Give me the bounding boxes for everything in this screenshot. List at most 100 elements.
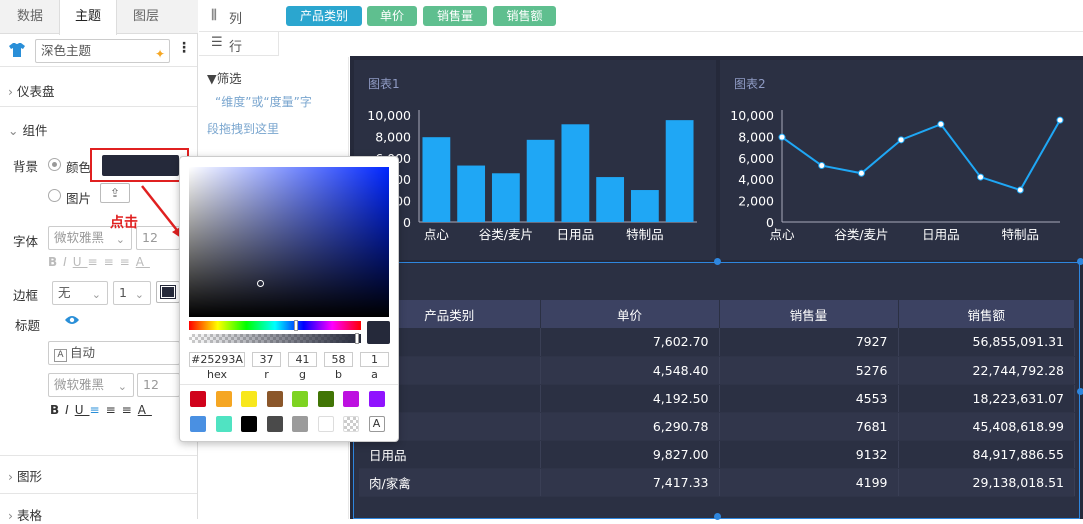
underline-icon[interactable]: U <box>73 255 88 269</box>
bar <box>526 139 555 222</box>
y-tick-label: 4,000 <box>738 172 774 187</box>
pill-price[interactable]: 单价 <box>367 6 417 26</box>
pill-sales[interactable]: 销售额 <box>493 6 556 26</box>
tab-layers[interactable]: 图层 <box>117 0 175 34</box>
title-font-select[interactable]: 微软雅黑 ⌄ <box>48 373 134 397</box>
table-row[interactable]: 6,290.78 7681 45,408,618.99 <box>359 412 1075 441</box>
border-style-select[interactable]: 无 ⌄ <box>52 281 108 305</box>
section-dashboard-label: 仪表盘 <box>16 84 55 99</box>
table-cell: 29,138,018.51 <box>898 468 1075 497</box>
resize-handle[interactable] <box>1077 388 1083 395</box>
resize-handle[interactable] <box>1077 258 1083 265</box>
bold-icon[interactable]: B <box>50 403 65 417</box>
title-size-value: 12 <box>143 377 159 392</box>
data-point <box>1016 186 1024 194</box>
table-cell: 4,548.40 <box>540 356 720 385</box>
filter-hint-1: “维度”或“度量”字 <box>215 95 312 109</box>
table-row[interactable]: 7,602.70 7927 56,855,091.31 <box>359 328 1075 357</box>
color-swatch[interactable] <box>215 391 232 407</box>
section-component[interactable]: ⌄ 组件 <box>8 120 47 139</box>
color-swatch[interactable] <box>368 391 385 407</box>
color-swatch[interactable] <box>266 391 283 407</box>
color-swatch[interactable] <box>317 391 334 407</box>
color-swatch[interactable] <box>317 416 334 432</box>
theme-select[interactable]: 深色主题 ✦ <box>35 39 170 63</box>
border-width-select[interactable]: 1 ⌄ <box>113 281 151 305</box>
section-table[interactable]: › 表格 <box>8 505 42 524</box>
x-tick-label: 特制品 <box>626 227 664 242</box>
italic-icon[interactable]: I <box>65 403 75 417</box>
align-left-icon[interactable]: ≡ <box>88 255 104 269</box>
table-cell: 日用品 <box>359 440 541 469</box>
chart1-card[interactable]: 图表1 10,0008,0006,0004,0002,0000点心谷类/麦片日用… <box>354 60 716 260</box>
color-swatch[interactable] <box>241 416 257 432</box>
color-swatch[interactable] <box>292 391 308 407</box>
color-swatch[interactable] <box>190 416 206 432</box>
align-left-icon[interactable]: ≡ <box>90 403 106 417</box>
table-cell: 6,290.78 <box>540 412 720 441</box>
table-row[interactable]: 麦片4,192.50455318,223,631.07 <box>359 384 1075 413</box>
bar <box>630 190 659 222</box>
title-label: 标题 <box>15 318 41 333</box>
chart2-card[interactable]: 图表2 10,000 8,000 6,000 4,000 2,000 0 点心 谷类/麦片 日用… <box>720 60 1083 260</box>
table-row[interactable]: 肉/家禽 7,417.33 4199 29,138,018.51 <box>359 468 1075 497</box>
background-label: 背景 <box>13 159 39 174</box>
font-color-icon[interactable]: A <box>138 403 152 417</box>
section-dashboard[interactable]: › 仪表盘 <box>8 81 55 100</box>
header-price[interactable]: 单价 <box>540 300 720 328</box>
pill-quantity[interactable]: 销售量 <box>423 6 487 26</box>
bg-image-label: 图片 <box>66 191 92 206</box>
font-color-icon[interactable]: A <box>136 255 150 269</box>
theme-select-value: 深色主题 <box>41 43 92 58</box>
table-row[interactable]: 品4,548.40527622,744,792.28 <box>359 356 1075 385</box>
tab-data[interactable]: 数据 <box>0 0 60 34</box>
data-point <box>937 120 945 128</box>
color-swatch[interactable] <box>292 416 308 432</box>
section-graphic[interactable]: › 图形 <box>8 466 42 485</box>
bold-icon[interactable]: B <box>48 255 63 269</box>
tab-theme[interactable]: 主题 <box>59 0 117 35</box>
border-color-button[interactable] <box>156 281 180 303</box>
color-picker-popup: #25293A 37 41 58 1 hex r g b a A <box>179 156 399 442</box>
color-swatch[interactable] <box>215 416 232 432</box>
magic-wand-icon[interactable]: ✦ <box>155 43 165 65</box>
header-sales[interactable]: 销售额 <box>898 300 1075 328</box>
border-width-value: 1 <box>119 285 127 300</box>
bar <box>422 137 451 222</box>
align-center-icon[interactable]: ≡ <box>106 403 122 417</box>
color-swatch[interactable] <box>343 391 359 407</box>
eye-icon[interactable] <box>64 314 80 326</box>
filter-title: ▼筛选 <box>207 71 242 86</box>
table-cell: 9,827.00 <box>540 440 720 469</box>
title-size-select[interactable]: 12 <box>137 373 180 397</box>
align-right-icon[interactable]: ≡ <box>122 403 138 417</box>
resize-handle[interactable] <box>714 258 721 265</box>
text-icon: A <box>54 349 67 362</box>
y-tick-label: 6,000 <box>738 151 774 166</box>
table-cell: 4199 <box>719 468 899 497</box>
title-mode-field[interactable]: A 自动 <box>48 341 180 365</box>
align-right-icon[interactable]: ≡ <box>120 255 136 269</box>
upload-icon[interactable]: ⇪ <box>100 183 130 203</box>
color-swatch[interactable] <box>190 391 206 407</box>
bg-image-radio[interactable] <box>48 189 61 202</box>
header-quantity[interactable]: 销售量 <box>719 300 899 328</box>
italic-icon[interactable]: I <box>63 255 73 269</box>
x-tick-label: 谷类/麦片 <box>834 227 888 242</box>
border-style-value: 无 <box>58 285 71 300</box>
bg-color-radio[interactable] <box>48 158 61 171</box>
align-center-icon[interactable]: ≡ <box>104 255 120 269</box>
table-cell: 22,744,792.28 <box>898 356 1075 385</box>
rows-shelf: ☰ 行 <box>199 32 279 56</box>
pill-category[interactable]: 产品类别 <box>286 6 362 26</box>
table-card[interactable]: 产品类别 单价 销售量 销售额 7,602.70 7927 56,855,091.3… <box>353 262 1080 519</box>
underline-icon[interactable]: U <box>75 403 90 417</box>
color-swatch[interactable] <box>241 391 257 407</box>
more-options-icon[interactable]: ⋮ <box>177 40 191 56</box>
data-point <box>1056 116 1064 124</box>
auto-color-swatch[interactable]: A <box>368 416 385 432</box>
table-row[interactable]: 日用品 9,827.00 9132 84,917,886.55 <box>359 440 1075 469</box>
color-swatch[interactable] <box>266 416 283 432</box>
series-line <box>781 119 1061 192</box>
color-swatch[interactable] <box>343 416 359 432</box>
